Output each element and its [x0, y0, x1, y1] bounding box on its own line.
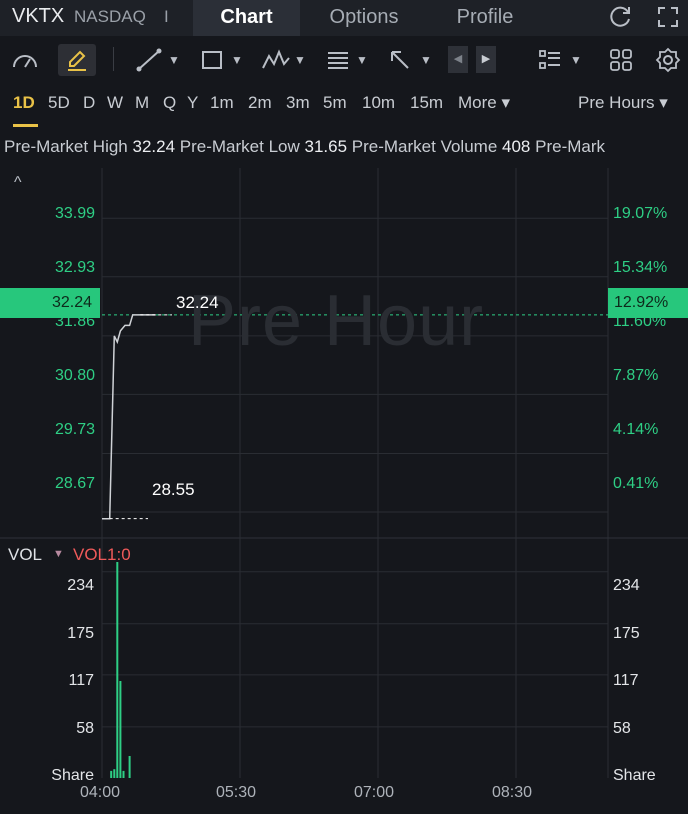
volume-dropdown-icon[interactable]: ▼ — [53, 548, 64, 560]
vol-left-label: 234 — [67, 577, 94, 594]
current-price-tag: 32.24 — [0, 288, 100, 318]
x-axis-label: 08:30 — [492, 784, 533, 801]
chart-grid — [0, 168, 688, 778]
vol-left-unit: Share — [51, 767, 94, 784]
vol-right-label: 175 — [613, 625, 640, 642]
y-right-label: 19.07% — [613, 205, 668, 222]
current-pct-tag: 12.92% — [608, 288, 688, 318]
vol-right-unit: Share — [613, 767, 656, 784]
vol-right-label: 234 — [613, 577, 640, 594]
x-axis-label: 07:00 — [354, 784, 395, 801]
volume-bar — [110, 770, 113, 778]
y-left-label: 29.73 — [54, 421, 95, 438]
vol-left-label: 175 — [67, 625, 94, 642]
vol-left-label: 117 — [68, 672, 94, 689]
y-left-label: 28.67 — [54, 475, 95, 492]
volume-bar — [122, 770, 125, 778]
y-left-label: 33.99 — [54, 205, 95, 222]
volume-indicator-label: VOL1:0 — [73, 545, 131, 564]
vol-right-label: 117 — [613, 672, 639, 689]
y-left-label: 30.80 — [54, 367, 95, 384]
volume-bar — [128, 756, 131, 778]
collapse-chevron-icon[interactable]: ^ — [14, 174, 22, 192]
y-right-label: 0.41% — [613, 475, 659, 492]
vol-right-label: 58 — [613, 720, 631, 737]
y-left-label: 32.93 — [54, 259, 95, 276]
price-line — [102, 314, 156, 520]
vol-left-label: 58 — [76, 720, 94, 737]
volume-bar — [113, 769, 116, 778]
x-axis-label: 04:00 — [80, 784, 121, 801]
y-right-label: 15.34% — [613, 259, 668, 276]
volume-title[interactable]: VOL — [8, 545, 42, 565]
session-watermark: Pre Hour — [188, 281, 485, 361]
volume-bars-group — [110, 562, 131, 778]
price-volume-chart[interactable] — [0, 0, 688, 814]
y-right-label: 4.14% — [613, 421, 659, 438]
x-axis-label: 05:30 — [216, 784, 257, 801]
y-right-label: 7.87% — [613, 367, 659, 384]
volume-bar — [116, 562, 119, 778]
high-annotation: 32.24 — [176, 293, 219, 312]
volume-bar — [119, 681, 122, 778]
low-annotation: 28.55 — [152, 480, 195, 499]
